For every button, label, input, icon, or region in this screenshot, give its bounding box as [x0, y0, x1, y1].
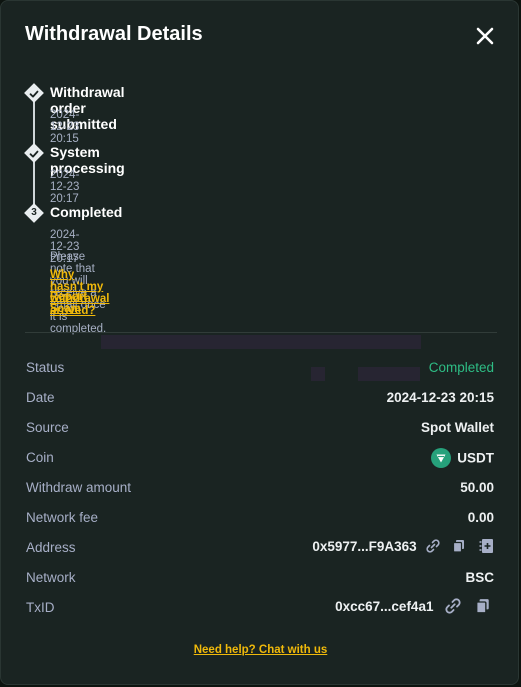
section-divider: [25, 332, 497, 333]
txid-value: 0xcc67...cef4a1: [335, 598, 434, 614]
coin-value-group: USDT: [431, 448, 494, 468]
step-time: 2024-12-23 20:15: [50, 109, 80, 145]
withdrawal-details-modal: Withdrawal Details Withdrawal order subm…: [0, 0, 519, 685]
check-icon: [29, 90, 39, 98]
step-time: 2024-12-23 20:17: [50, 169, 80, 205]
source-value: Spot Wallet: [421, 420, 494, 435]
status-value: Completed: [428, 360, 494, 375]
address-value-group: 0x5977...F9A363: [312, 538, 494, 554]
redacted-block: [358, 367, 420, 381]
source-label: Source: [26, 420, 69, 435]
txid-value-group: 0xcc67...cef4a1: [335, 598, 491, 614]
copy-icon[interactable]: [475, 598, 491, 614]
report-scam-link[interactable]: Report Scam: [50, 291, 87, 315]
step-number: 3: [31, 207, 37, 218]
address-label: Address: [26, 540, 76, 555]
coin-value: USDT: [457, 450, 494, 466]
modal-title: Withdrawal Details: [25, 23, 203, 45]
redacted-block: [311, 367, 325, 381]
network-label: Network: [26, 570, 76, 585]
coin-label: Coin: [26, 450, 54, 465]
check-icon: [29, 150, 39, 158]
withdraw-amount-label: Withdraw amount: [26, 480, 132, 495]
date-label: Date: [26, 390, 55, 405]
link-icon[interactable]: [445, 598, 461, 614]
txid-label: TxID: [26, 600, 55, 615]
date-value: 2024-12-23 20:15: [386, 390, 494, 405]
step-title: Completed: [50, 204, 123, 220]
add-address-icon[interactable]: [478, 538, 494, 554]
redacted-block: [101, 335, 421, 349]
link-icon[interactable]: [426, 539, 441, 554]
network-fee-label: Network fee: [26, 510, 99, 525]
network-value: BSC: [465, 570, 494, 585]
copy-icon[interactable]: [452, 539, 466, 554]
network-fee-value: 0.00: [467, 510, 494, 525]
withdraw-amount-value: 50.00: [460, 480, 494, 495]
help-chat-link[interactable]: Need help? Chat with us: [1, 644, 520, 656]
close-icon[interactable]: [474, 25, 496, 47]
tether-icon: [431, 448, 452, 468]
status-label: Status: [26, 360, 65, 375]
address-value: 0x5977...F9A363: [312, 538, 417, 554]
